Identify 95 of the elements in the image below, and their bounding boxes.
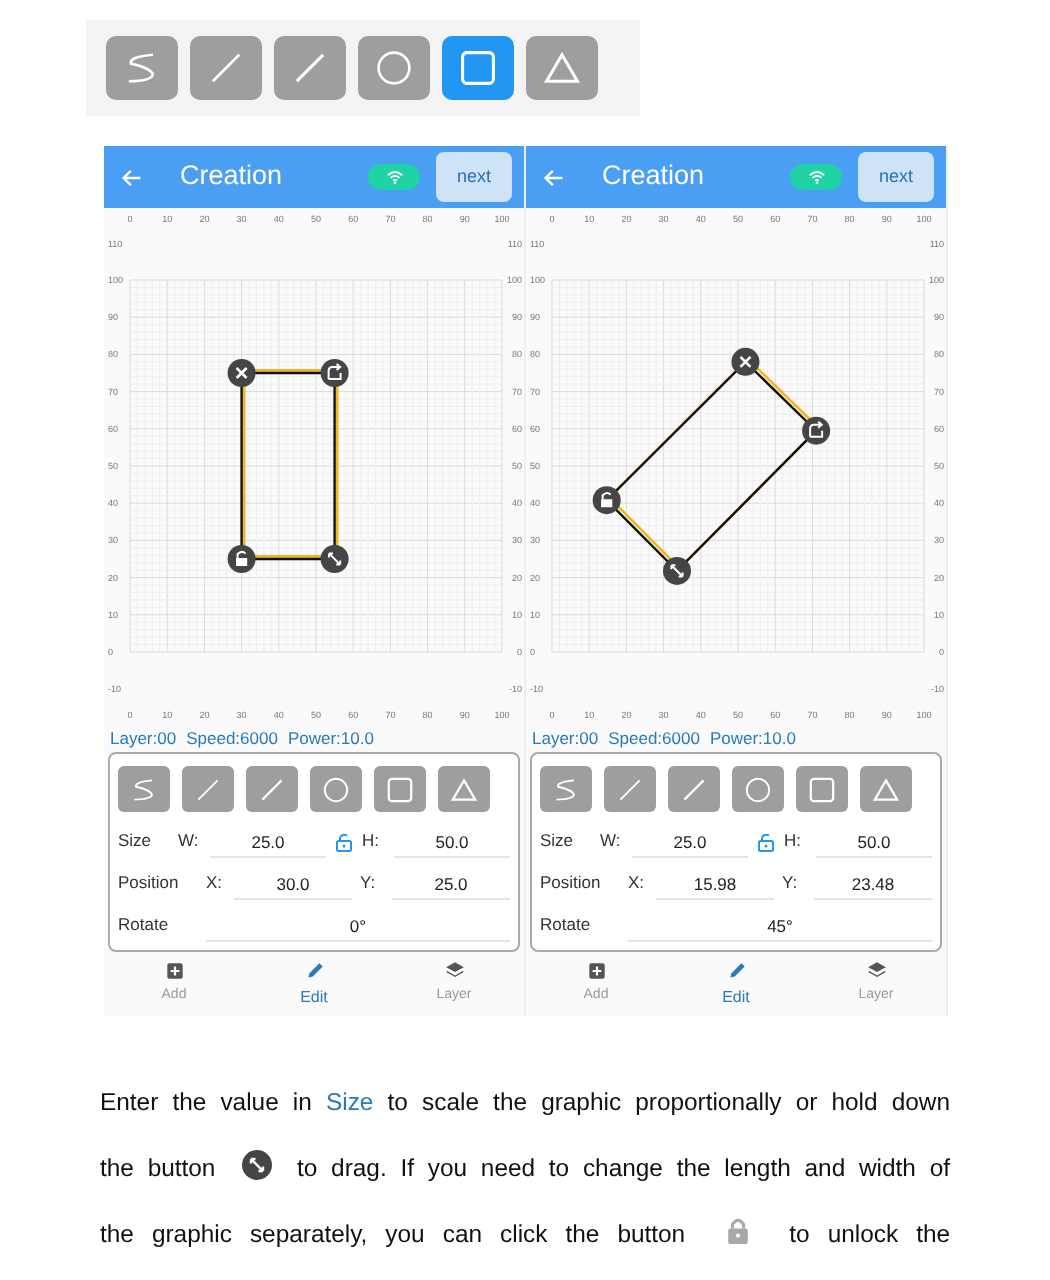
tool-button[interactable]	[860, 766, 912, 812]
tool-button[interactable]	[540, 766, 592, 812]
rectangle-shape[interactable]	[227, 359, 349, 573]
tool-button[interactable]	[182, 766, 234, 812]
paragraph-text: to unlock the	[789, 1220, 951, 1248]
field-label: Size	[118, 828, 154, 854]
tool-button[interactable]	[668, 766, 720, 812]
paragraph-text: to scale the graphic proportionally or hold down	[387, 1088, 951, 1116]
tool-button[interactable]	[358, 36, 430, 100]
field-label: Y:	[782, 870, 800, 896]
tool-button[interactable]	[310, 766, 362, 812]
circle-icon	[372, 46, 416, 90]
rotate-handle[interactable]	[802, 416, 831, 445]
field-label: H:	[362, 828, 381, 854]
input-field[interactable]: 50.0	[394, 825, 510, 857]
field-label: Size	[540, 828, 576, 854]
rotate-handle[interactable]	[320, 359, 349, 387]
triangle-icon	[448, 773, 480, 805]
padlock-icon	[723, 1214, 752, 1246]
input-field[interactable]: 50.0	[816, 825, 932, 857]
paragraph-text: to drag. If you need to change the length and width of	[297, 1154, 950, 1182]
screen-title: Creation	[602, 158, 705, 195]
circle-icon	[320, 773, 352, 805]
square-icon	[456, 46, 500, 90]
tool-button[interactable]	[604, 766, 656, 812]
nav-tab[interactable]: Edit	[254, 959, 374, 1009]
delete-handle[interactable]	[227, 359, 256, 387]
field-label: Rotate	[118, 912, 171, 938]
tool-button[interactable]	[526, 36, 598, 100]
tool-button[interactable]	[374, 766, 426, 812]
paragraph-text: the graphic separately, you can click the button	[100, 1220, 686, 1248]
nav-tab[interactable]: Edit	[676, 959, 796, 1009]
status-text: Power:10.0	[709, 726, 796, 748]
wifi-icon	[385, 168, 403, 186]
add-icon	[163, 960, 185, 983]
paragraph-text: Enter the value in	[100, 1088, 312, 1116]
wifi-toggle[interactable]	[368, 164, 420, 190]
pencil-icon	[303, 959, 325, 981]
resize-handle[interactable]	[320, 545, 349, 573]
back-icon[interactable]	[542, 165, 566, 189]
circle-icon	[742, 773, 774, 805]
resize-icon	[241, 1150, 272, 1180]
triangle-icon	[870, 773, 902, 805]
unlock-handle[interactable]	[592, 486, 621, 515]
field-label: X:	[628, 870, 647, 896]
wifi-toggle[interactable]	[790, 164, 842, 190]
field-label: H:	[784, 828, 803, 854]
status-text: Layer:00	[110, 726, 177, 748]
status-text: Layer:00	[532, 726, 599, 748]
field-label: Y:	[360, 870, 378, 896]
next-button[interactable]: next	[436, 152, 512, 202]
field-label: Position	[540, 870, 603, 896]
delete-handle[interactable]	[731, 347, 760, 376]
layers-icon	[443, 960, 465, 983]
square-icon	[384, 773, 416, 805]
input-field[interactable]: 25.0	[210, 825, 326, 857]
tool-button[interactable]	[732, 766, 784, 812]
input-field[interactable]: 0°	[206, 909, 510, 941]
layers-icon	[865, 960, 887, 983]
field-label: X:	[206, 870, 225, 896]
unlock-handle[interactable]	[227, 545, 256, 573]
pencil-icon	[725, 959, 747, 981]
unlock-icon[interactable]	[334, 829, 354, 853]
highlighted-term: Size	[326, 1088, 374, 1116]
next-button[interactable]: next	[858, 152, 934, 202]
field-label: W:	[600, 828, 623, 854]
input-field[interactable]: 15.98	[656, 867, 774, 899]
field-label: W:	[178, 828, 201, 854]
tool-button[interactable]	[274, 36, 346, 100]
tool-button[interactable]	[796, 766, 848, 812]
square-icon	[806, 773, 838, 805]
add-icon	[585, 960, 607, 983]
screen-title: Creation	[180, 158, 283, 195]
input-field[interactable]: 45°	[628, 909, 932, 941]
input-field[interactable]: 25.0	[632, 825, 748, 857]
tool-button[interactable]	[442, 36, 514, 100]
input-field[interactable]: 25.0	[392, 867, 510, 899]
status-text: Speed:6000	[186, 726, 278, 748]
paragraph-text: the button	[100, 1154, 216, 1182]
input-field[interactable]: 30.0	[234, 867, 352, 899]
status-text: Power:10.0	[287, 726, 374, 748]
unlock-icon[interactable]	[756, 829, 776, 853]
status-text: Speed:6000	[608, 726, 700, 748]
field-label: Rotate	[540, 912, 593, 938]
input-field[interactable]: 23.48	[814, 867, 932, 899]
tool-button[interactable]	[190, 36, 262, 100]
tool-button[interactable]	[246, 766, 298, 812]
back-icon[interactable]	[120, 165, 144, 189]
tool-button[interactable]	[118, 766, 170, 812]
wifi-icon	[807, 168, 825, 186]
tool-button[interactable]	[106, 36, 178, 100]
resize-handle[interactable]	[663, 556, 691, 585]
rectangle-shape[interactable]	[592, 347, 831, 585]
tool-button[interactable]	[438, 766, 490, 812]
field-label: Position	[118, 870, 181, 896]
